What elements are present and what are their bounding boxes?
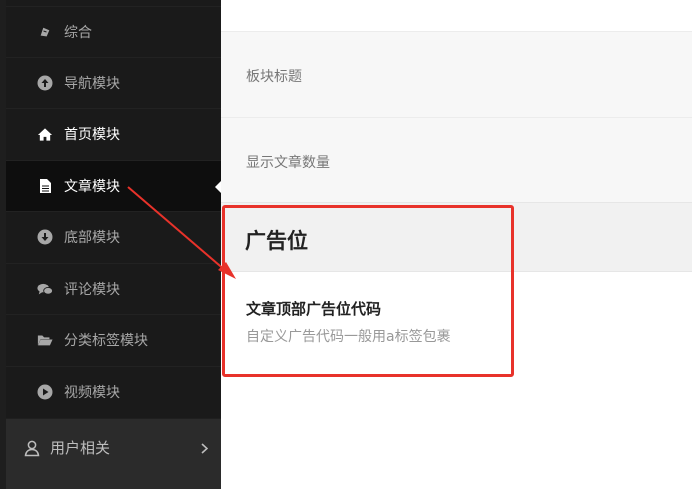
sidebar-item-homepage[interactable]: 首页模块	[6, 108, 221, 159]
user-icon	[23, 439, 41, 457]
sidebar-item-article[interactable]: 文章模块	[6, 160, 221, 211]
sidebar-item-label: 视频模块	[64, 385, 120, 401]
sidebar-item-label: 评论模块	[64, 282, 120, 298]
home-icon	[37, 126, 53, 142]
arrow-up-circle-icon	[37, 75, 53, 91]
sidebar-item-label: 首页模块	[64, 127, 120, 143]
sidebar-item-label: 文章模块	[64, 179, 120, 195]
sidebar-item-label: 综合	[64, 25, 92, 41]
chevron-right-icon	[201, 440, 209, 458]
play-circle-icon	[37, 384, 53, 400]
annotation-highlight-box	[222, 205, 514, 377]
sidebar-item-user-related[interactable]: 用户相关	[6, 418, 221, 476]
setting-label: 板块标题	[246, 69, 302, 85]
sidebar-item-navigation[interactable]: 导航模块	[6, 57, 221, 108]
sidebar-item-label: 底部模块	[64, 230, 120, 246]
sidebar-subnav: 综合 导航模块 首页模块 文章模块 底部模块 评论模块 分类标签模块 视频模块	[6, 0, 221, 418]
arrow-down-circle-icon	[37, 229, 53, 245]
sidebar-item-general[interactable]: 综合	[6, 6, 221, 57]
settings-icon	[37, 24, 53, 40]
setting-row-article-count[interactable]: 显示文章数量	[221, 117, 692, 202]
sidebar-item-comments[interactable]: 评论模块	[6, 263, 221, 314]
sidebar-item-video[interactable]: 视频模块	[6, 366, 221, 417]
folder-open-icon	[37, 332, 53, 348]
setting-label: 显示文章数量	[246, 155, 330, 171]
document-icon	[37, 178, 53, 194]
comments-icon	[37, 281, 53, 297]
sidebar-item-label: 导航模块	[64, 76, 120, 92]
sidebar-item-label: 分类标签模块	[64, 333, 148, 349]
sidebar-item-category-tags[interactable]: 分类标签模块	[6, 314, 221, 365]
sidebar-item-label: 用户相关	[50, 439, 111, 457]
sidebar-item-footer[interactable]: 底部模块	[6, 211, 221, 262]
sidebar: 综合 导航模块 首页模块 文章模块 底部模块 评论模块 分类标签模块 视频模块 …	[0, 0, 221, 489]
setting-row-section-title[interactable]: 板块标题	[221, 31, 692, 117]
